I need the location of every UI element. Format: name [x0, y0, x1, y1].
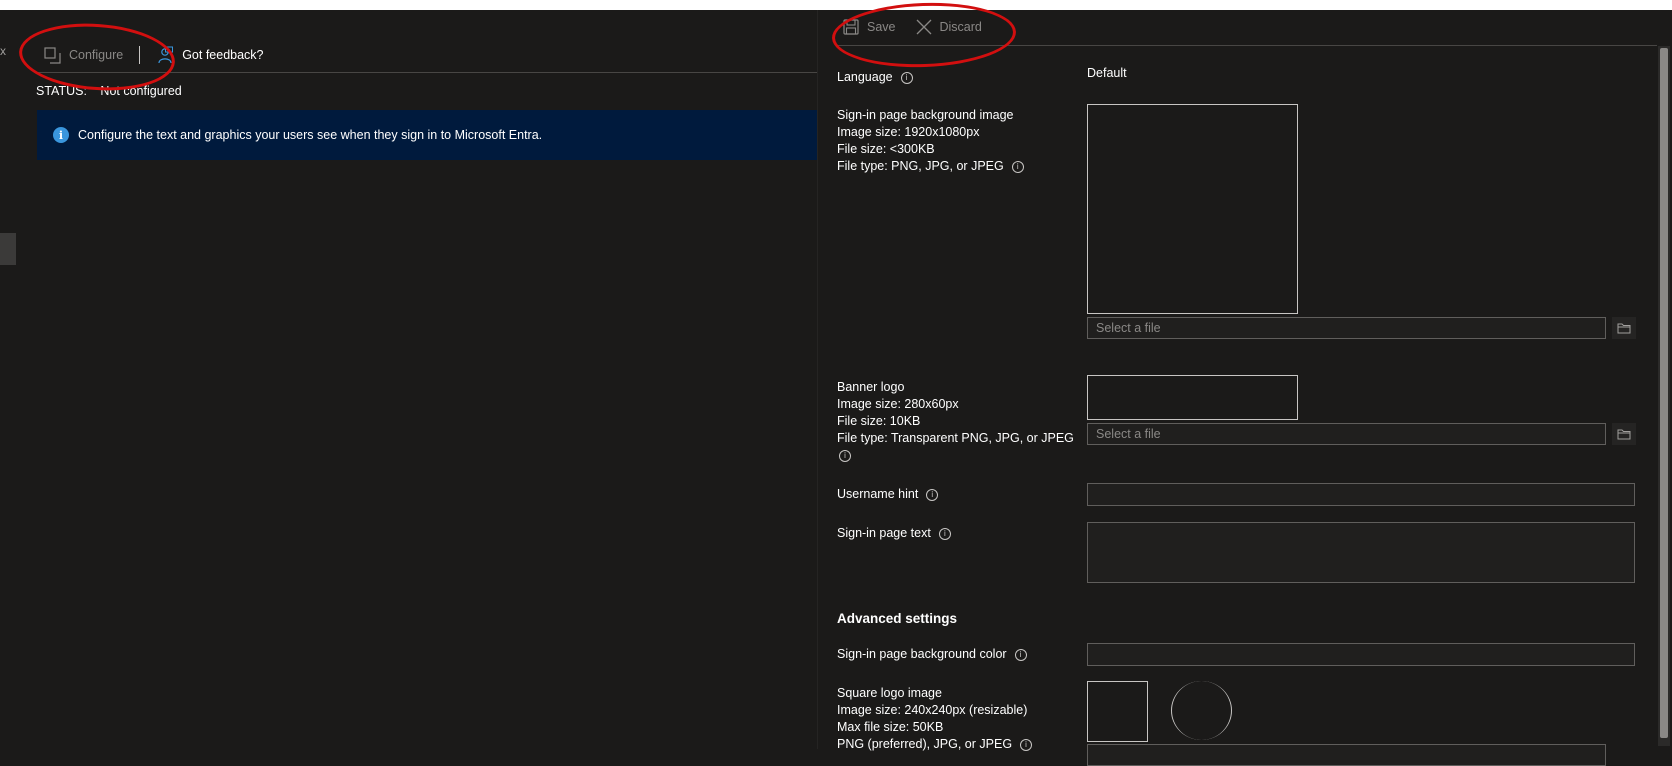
background-image-info: Sign-in page background image Image size… [837, 107, 1024, 175]
info-icon: i [53, 127, 69, 143]
bg-color-info-icon[interactable]: i [1014, 648, 1027, 661]
bg-color-input[interactable] [1087, 643, 1635, 666]
username-hint-label: Username hint [837, 487, 919, 501]
background-image-file-size: File size: <300KB [837, 142, 935, 156]
left-scrollbar-thumb[interactable] [0, 233, 16, 265]
panel-scrollbar-thumb[interactable] [1660, 48, 1668, 738]
close-blade-icon[interactable]: x [0, 44, 6, 58]
username-hint-input[interactable] [1087, 483, 1635, 506]
background-image-browse-button[interactable] [1612, 317, 1636, 339]
background-image-file-type: File type: PNG, JPG, or JPEG [837, 159, 1004, 173]
signin-text-label: Sign-in page text [837, 526, 931, 540]
banner-logo-size: Image size: 280x60px [837, 397, 959, 411]
banner-logo-file-input[interactable]: Select a file [1087, 423, 1606, 445]
feedback-label: Got feedback? [182, 48, 264, 62]
language-info-icon[interactable]: i [900, 71, 913, 84]
banner-logo-browse-button[interactable] [1612, 423, 1636, 445]
square-logo-round-preview [1171, 681, 1232, 740]
banner-logo-info: Banner logo Image size: 280x60px File si… [837, 379, 1074, 464]
folder-icon [1617, 323, 1631, 333]
username-hint-label-row: Username hint i [837, 486, 939, 503]
bg-color-label: Sign-in page background color [837, 647, 1007, 661]
square-logo-file-input[interactable] [1087, 744, 1606, 766]
language-label-row: Language i [837, 69, 913, 86]
banner-logo-title: Banner logo [837, 380, 905, 394]
banner-logo-preview [1087, 375, 1298, 420]
top-strip [0, 0, 1672, 10]
square-logo-title: Square logo image [837, 686, 942, 700]
background-image-size: Image size: 1920x1080px [837, 125, 980, 139]
signin-text-textarea[interactable] [1087, 522, 1635, 583]
square-logo-info: Square logo image Image size: 240x240px … [837, 685, 1033, 753]
language-value: Default [1087, 66, 1127, 80]
banner-logo-file-size: File size: 10KB [837, 414, 921, 428]
banner-logo-info-icon[interactable]: i [839, 449, 851, 462]
square-logo-max-size: Max file size: 50KB [837, 720, 944, 734]
background-image-info-icon[interactable]: i [1011, 160, 1024, 173]
info-banner: i Configure the text and graphics your u… [37, 110, 817, 160]
info-banner-text: Configure the text and graphics your use… [78, 128, 543, 142]
username-hint-info-icon[interactable]: i [926, 488, 939, 501]
bg-color-label-row: Sign-in page background color i [837, 646, 1027, 663]
square-logo-preview [1087, 681, 1148, 742]
background-image-title: Sign-in page background image [837, 108, 1014, 122]
language-label: Language [837, 70, 893, 84]
signin-text-info-icon[interactable]: i [938, 527, 951, 540]
banner-logo-file-type: File type: Transparent PNG, JPG, or JPEG [837, 431, 1074, 445]
square-logo-size: Image size: 240x240px (resizable) [837, 703, 1028, 717]
advanced-settings-heading: Advanced settings [837, 611, 958, 626]
signin-text-label-row: Sign-in page text i [837, 525, 951, 542]
background-image-file-input[interactable]: Select a file [1087, 317, 1606, 339]
background-image-preview [1087, 104, 1298, 314]
folder-icon [1617, 429, 1631, 439]
